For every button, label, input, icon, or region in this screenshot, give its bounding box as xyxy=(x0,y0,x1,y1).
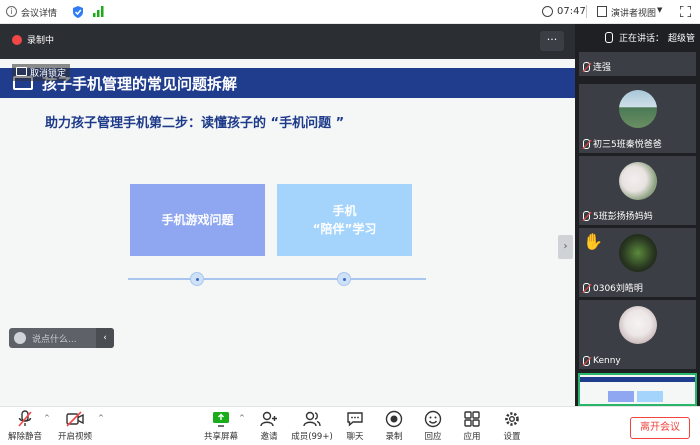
chevron-down-icon[interactable]: ▼ xyxy=(657,6,662,14)
emoji-icon[interactable] xyxy=(14,332,26,344)
participant-name-text: 连强 xyxy=(593,63,612,73)
info-icon[interactable]: i xyxy=(6,6,17,17)
reaction-label: 回应 xyxy=(424,432,442,442)
recording-indicator: 录制中 xyxy=(12,33,54,46)
speaking-label: 正在讲话： xyxy=(619,33,665,44)
mic-muted-icon xyxy=(583,210,590,221)
slide-title-banner: 孩子手机管理的常见问题拆解 xyxy=(0,68,575,98)
participant-name: 0306刘皓明 xyxy=(583,281,643,294)
participant-name-text: 5班彭扬扬妈妈 xyxy=(593,212,653,222)
record-dot-icon xyxy=(12,34,22,45)
speaking-name: 超级管 xyxy=(668,33,696,44)
participant-name: 连强 xyxy=(583,60,611,73)
shield-icon[interactable] xyxy=(72,5,84,19)
participant-name-text: Kenny xyxy=(593,356,621,366)
share-screen-icon xyxy=(211,410,231,428)
bottom-toolbar: 解除静音 ^ 开启视频 ^ 共享屏幕 ^ 邀请 成员(99+) 聊天 录制 回应… xyxy=(0,406,700,445)
collapse-button[interactable]: ‹ xyxy=(96,328,114,348)
clock-icon xyxy=(542,6,553,17)
thumbnail-banner xyxy=(580,377,695,382)
mic-muted-icon xyxy=(15,410,35,428)
timeline xyxy=(128,278,426,280)
record-label: 录制 xyxy=(385,432,403,442)
thumbnail-box xyxy=(608,391,634,402)
avatar xyxy=(619,162,657,200)
participant-name: Kenny xyxy=(583,356,621,366)
participant-name-text: 初三5班秦悦爸爸 xyxy=(593,140,662,150)
slide-title: 孩子手机管理的常见问题拆解 xyxy=(42,74,238,93)
shared-screen-area: 录制中 ··· 取消锁定 孩子手机管理的常见问题拆解 助力孩子管理手机第二步：读… xyxy=(0,24,575,406)
separator xyxy=(586,5,587,18)
participant-name-text: 0306刘皓明 xyxy=(593,284,643,294)
participant-tile[interactable]: 初三5班秦悦爸爸 xyxy=(579,84,696,153)
video-button[interactable]: 开启视频 xyxy=(50,410,100,444)
camera-off-icon xyxy=(65,410,85,428)
timeline-dot xyxy=(190,272,204,286)
invite-label: 邀请 xyxy=(260,432,278,442)
topic-box-learning-line1: 手机 xyxy=(332,204,357,218)
apps-label: 应用 xyxy=(463,432,481,442)
topic-box-games: 手机游戏问题 xyxy=(130,184,265,256)
timeline-dot xyxy=(337,272,351,286)
chevron-up-icon[interactable]: ^ xyxy=(44,414,50,422)
gear-icon xyxy=(502,410,522,428)
more-button[interactable]: ··· xyxy=(540,31,564,51)
slide-subtitle: 助力孩子管理手机第二步：读懂孩子的 “手机问题 ” xyxy=(45,116,345,131)
members-label: 成员(99+) xyxy=(291,432,333,442)
participant-tile[interactable]: 连强 xyxy=(579,52,696,76)
avatar xyxy=(619,234,657,272)
chat-icon xyxy=(345,410,365,428)
unmute-label: 解除静音 xyxy=(7,432,42,442)
participant-tile[interactable]: 5班彭扬扬妈妈 xyxy=(579,156,696,225)
mic-muted-icon xyxy=(583,138,590,149)
mic-muted-icon xyxy=(583,61,590,72)
share-label: 共享屏幕 xyxy=(203,432,238,442)
stage-header: 录制中 ··· xyxy=(0,24,575,59)
chat-placeholder[interactable]: 说点什么... xyxy=(32,332,77,345)
add-user-icon xyxy=(259,410,279,428)
participants-panel: 正在讲话： 超级管 连强 初三5班秦悦爸爸 5班彭扬扬妈妈 ✋ 0306刘皓明 … xyxy=(575,24,700,406)
participant-tile[interactable]: ✋ 0306刘皓明 xyxy=(579,228,696,297)
slide: 孩子手机管理的常见问题拆解 助力孩子管理手机第二步：读懂孩子的 “手机问题 ” … xyxy=(0,59,575,406)
leave-meeting-button[interactable]: 离开会议 xyxy=(630,417,690,439)
raise-hand-icon: ✋ xyxy=(583,232,603,251)
meeting-window: i 会议详情 07:47 演讲者视图 ▼ 录制中 ··· 取消锁定 孩子手机管理… xyxy=(0,0,700,445)
chat-label: 聊天 xyxy=(346,432,364,442)
signal-icon xyxy=(93,6,104,17)
users-icon xyxy=(302,410,322,428)
unlock-button[interactable]: 取消锁定 xyxy=(12,64,71,81)
shared-screen-thumbnail[interactable] xyxy=(578,373,697,406)
apps-icon xyxy=(462,410,482,428)
topic-box-learning-line2: “陪伴”学习 xyxy=(312,222,377,236)
mic-icon xyxy=(605,31,613,43)
recording-label: 录制中 xyxy=(27,36,55,46)
meeting-time: 07:47 xyxy=(557,6,586,17)
participant-name: 5班彭扬扬妈妈 xyxy=(583,209,653,222)
thumbnail-box xyxy=(637,391,663,402)
avatar xyxy=(619,306,657,344)
participant-tile[interactable]: Kenny xyxy=(579,300,696,369)
top-bar: i 会议详情 07:47 演讲者视图 ▼ xyxy=(0,0,700,24)
view-mode-label[interactable]: 演讲者视图 xyxy=(611,6,656,19)
avatar xyxy=(619,90,657,128)
unmute-button[interactable]: 解除静音 xyxy=(0,410,50,444)
participant-name: 初三5班秦悦爸爸 xyxy=(583,137,662,150)
record-icon xyxy=(384,410,404,428)
hand-icon xyxy=(423,410,443,428)
chat-input-bar[interactable]: 说点什么... ‹ xyxy=(9,328,114,348)
chevron-up-icon[interactable]: ^ xyxy=(98,414,104,422)
mic-muted-icon xyxy=(583,282,590,293)
meeting-info-label[interactable]: 会议详情 xyxy=(21,6,57,19)
fullscreen-icon[interactable] xyxy=(680,6,691,17)
settings-label: 设置 xyxy=(503,432,521,442)
mic-muted-icon xyxy=(583,356,590,366)
speaking-indicator: 正在讲话： 超级管 xyxy=(575,24,700,50)
settings-button[interactable]: 设置 xyxy=(487,410,537,444)
topic-box-games-label: 手机游戏问题 xyxy=(161,213,234,227)
panel-toggle-button[interactable]: › xyxy=(558,235,573,259)
view-icon[interactable] xyxy=(597,6,607,17)
video-label: 开启视频 xyxy=(57,432,92,442)
topic-box-learning: 手机 “陪伴”学习 xyxy=(277,184,412,256)
